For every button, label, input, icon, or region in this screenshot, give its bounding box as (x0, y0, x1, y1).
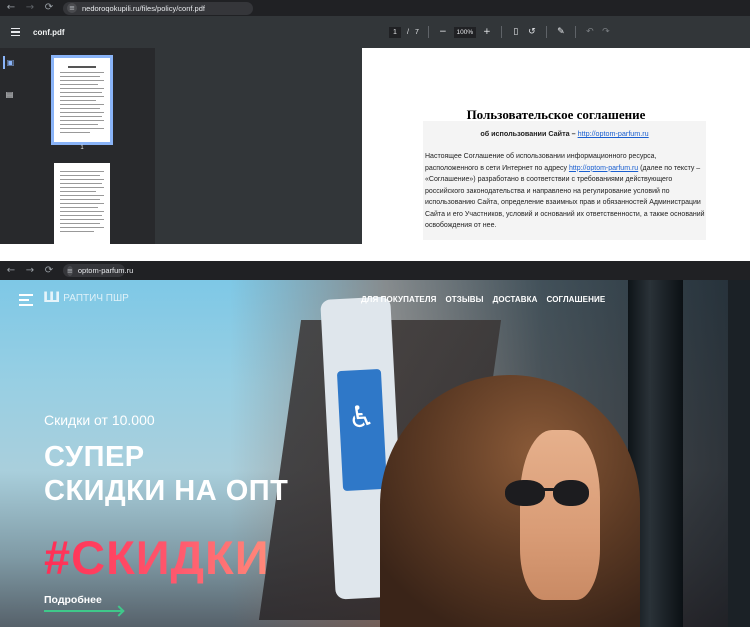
paragraph-link[interactable]: http://optom-parfum.ru (569, 165, 638, 172)
pdf-browser-window: ← → ⟳ ≡ nedoroqokupili.ru/files/policy/c… (0, 0, 750, 244)
nav-link-for-buyers[interactable]: ДЛЯ ПОКУПАТЕЛЯ (361, 295, 436, 304)
toolbar-divider (574, 26, 576, 38)
thumbnail-page-number: 1 (80, 145, 84, 151)
pdf-sidebar-rail: ▣ ▤ (0, 48, 18, 244)
hamburger-menu-icon[interactable] (19, 294, 33, 306)
menu-icon[interactable] (11, 27, 25, 37)
address-url: nedoroqokupili.ru/files/policy/conf.pdf (82, 3, 205, 13)
thumbnails-icon[interactable]: ▣ (3, 56, 16, 69)
pdf-page: Пользовательское соглашение об использов… (362, 48, 750, 244)
hero-heading-line-2: СКИДКИ НА ОПТ (44, 475, 289, 507)
zoom-out-button[interactable]: − (438, 27, 448, 37)
nav-link-reviews[interactable]: ОТЗЫВЫ (445, 295, 483, 304)
pdf-viewport-background (155, 48, 362, 244)
annotate-icon[interactable]: ✎ (556, 27, 566, 37)
undo-icon[interactable]: ↶ (585, 27, 595, 37)
nav-link-delivery[interactable]: ДОСТАВКА (493, 295, 538, 304)
toolbar-divider (427, 26, 429, 38)
document-text-block: об использовании Сайта – http://optom-pa… (423, 121, 706, 240)
hero-subheading: Скидки от 10.000 (44, 412, 155, 428)
window-separator (0, 244, 750, 261)
zoom-level-input[interactable]: 100% (453, 26, 476, 38)
pdf-toolbar: conf.pdf 1 / 7 − 100% + ▯ ↺ ✎ ↶ ↷ (0, 16, 750, 48)
subtitle-link[interactable]: http://optom-parfum.ru (578, 129, 649, 138)
browser-toolbar: ← → ⟳ ≡ optom-parfum.ru (0, 261, 750, 280)
page-number-input[interactable]: 1 (389, 26, 401, 38)
subtitle-text: об использовании Сайта – (480, 129, 578, 138)
site-logo[interactable]: Ш РАПТИЧ ПШР (43, 290, 129, 306)
site-info-icon[interactable]: ≡ (67, 3, 77, 13)
outline-icon[interactable]: ▤ (3, 88, 16, 101)
forward-button[interactable]: → (25, 263, 35, 279)
redo-icon[interactable]: ↷ (601, 27, 611, 37)
thumbnail-panel: 1 (18, 48, 170, 244)
main-navigation: ДЛЯ ПОКУПАТЕЛЯ ОТЗЫВЫ ДОСТАВКА СОГЛАШЕНИ… (361, 295, 605, 304)
nav-link-agreement[interactable]: СОГЛАШЕНИЕ (547, 295, 606, 304)
hero-heading-line-1: СУПЕР (44, 441, 145, 473)
site-info-icon[interactable]: ≡ (67, 265, 73, 276)
forward-button[interactable]: → (25, 0, 35, 16)
website-browser-window: ← → ⟳ ≡ optom-parfum.ru ♿ Ш РАПТИЧ ПШР Д… (0, 261, 750, 627)
arrow-right-icon[interactable] (44, 610, 122, 612)
zoom-in-button[interactable]: + (482, 27, 492, 37)
browser-toolbar: ← → ⟳ ≡ nedoroqokupili.ru/files/policy/c… (0, 0, 750, 16)
logo-mark-icon: Ш (43, 290, 61, 306)
address-url: optom-parfum.ru (77, 266, 134, 275)
page-thumbnail-2[interactable] (54, 163, 110, 244)
document-paragraph: Настоящее Соглашение об использовании ин… (425, 151, 706, 232)
rotate-icon[interactable]: ↺ (527, 27, 537, 37)
reload-button[interactable]: ⟳ (44, 0, 54, 16)
back-button[interactable]: ← (6, 0, 16, 16)
page-thumbnail-1[interactable] (51, 55, 113, 145)
pole-image (728, 280, 750, 627)
toolbar-divider (545, 26, 547, 38)
hero-heading: СУПЕР СКИДКИ НА ОПТ (44, 440, 288, 508)
back-button[interactable]: ← (6, 263, 16, 279)
page-separator: / (407, 28, 409, 36)
sunglasses-image (505, 480, 600, 506)
pdf-controls: 1 / 7 − 100% + ▯ ↺ ✎ ↶ ↷ (389, 16, 611, 48)
reload-button[interactable]: ⟳ (44, 263, 54, 279)
address-bar[interactable]: ≡ nedoroqokupili.ru/files/policy/conf.pd… (63, 1, 253, 15)
logo-text: РАПТИЧ ПШР (63, 292, 129, 304)
woman-face-image (520, 430, 600, 600)
pdf-file-name: conf.pdf (33, 27, 65, 37)
hero-banner: ♿ Ш РАПТИЧ ПШР ДЛЯ ПОКУПАТЕЛЯ ОТЗЫВЫ ДОС… (0, 280, 750, 627)
toolbar-divider (500, 26, 502, 38)
document-subtitle: об использовании Сайта – http://optom-pa… (423, 129, 706, 138)
paragraph-text-end: (далее по тексту – «Соглашение») разрабо… (425, 164, 705, 230)
hero-hashtag: #СКИДКИ (44, 531, 270, 584)
wheelchair-icon: ♿ (347, 399, 376, 436)
address-bar[interactable]: ≡ optom-parfum.ru (63, 264, 133, 277)
fit-page-icon[interactable]: ▯ (511, 27, 521, 37)
more-link[interactable]: Подробнее (44, 594, 102, 606)
total-pages: 7 (414, 28, 419, 36)
